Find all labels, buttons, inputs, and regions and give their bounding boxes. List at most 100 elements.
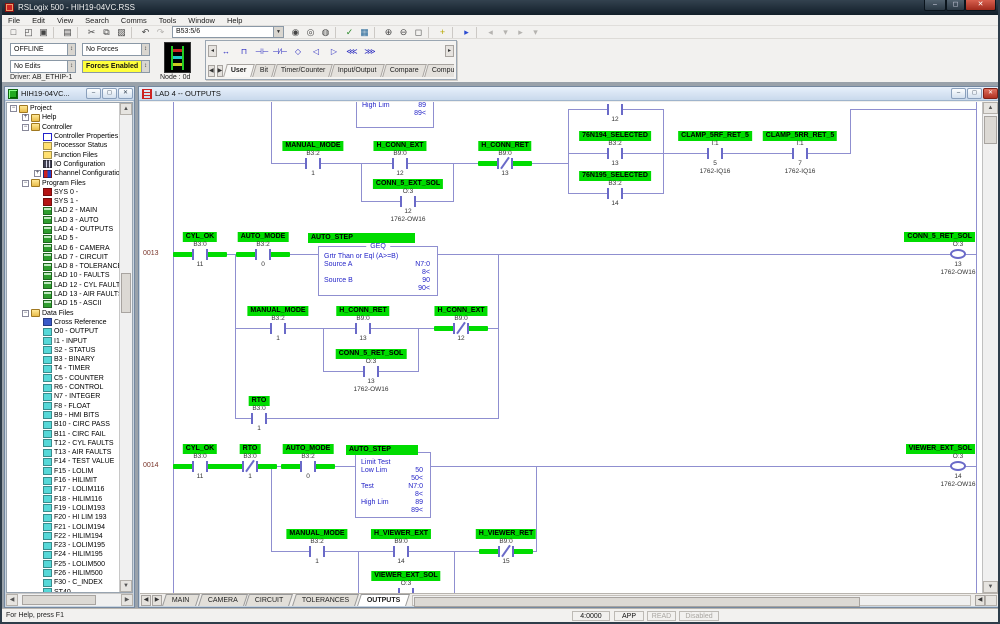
- contact-76n195-selected[interactable]: [609, 189, 621, 198]
- contact-auto-mode[interactable]: [257, 250, 269, 259]
- find-replace-icon[interactable]: ◍: [318, 26, 333, 38]
- tree-hscroll-thumb[interactable]: [22, 595, 96, 605]
- size-grip[interactable]: [985, 595, 997, 606]
- osr-icon[interactable]: ⋘: [343, 45, 361, 57]
- tree-item-data-files[interactable]: −Data Files: [7, 309, 119, 318]
- ladder-canvas[interactable]: High Lim8989<AUTO_STEPGEQGrtr Than or Eq…: [140, 102, 983, 593]
- tree-item-b3-binary[interactable]: B3 - BINARY: [7, 355, 119, 364]
- forces-state-combo[interactable]: Forces Enabled ↕: [82, 60, 150, 73]
- tree-scroll-down-icon[interactable]: ▼: [120, 580, 132, 592]
- tree-item-f18-hilim116[interactable]: F18 - HILIM116: [7, 494, 119, 503]
- tree-vscroll-thumb[interactable]: [121, 273, 131, 313]
- ladder-scroll-up-icon[interactable]: ▲: [983, 102, 998, 114]
- tree-item-f19-lolim193[interactable]: F19 - LOLIM193: [7, 504, 119, 513]
- find-icon[interactable]: ◉: [288, 26, 303, 38]
- contact-cyl-ok[interactable]: [194, 250, 206, 259]
- zoom-out-icon[interactable]: ⊖: [396, 26, 411, 38]
- tree-item-function-files[interactable]: Function Files: [7, 150, 119, 159]
- nav-back-drop-icon[interactable]: ▾: [498, 26, 513, 38]
- ladder-hscrollbar[interactable]: [412, 595, 971, 606]
- sheet-tab-camera[interactable]: CAMERA: [198, 594, 248, 606]
- tree-item-c5-counter[interactable]: C5 - COUNTER: [7, 374, 119, 383]
- tree-scroll-up-icon[interactable]: ▲: [120, 103, 132, 115]
- tree-item-f20-hi-lim-193[interactable]: F20 - HI LIM 193: [7, 513, 119, 522]
- tree-item-lad-4-outputs[interactable]: LAD 4 - OUTPUTS: [7, 225, 119, 234]
- tree-item-r6-control[interactable]: R6 - CONTROL: [7, 383, 119, 392]
- tree-item-lad-6-camera[interactable]: LAD 6 - CAMERA: [7, 243, 119, 252]
- instruction-box-geq[interactable]: GEQGrtr Than or Eql (A>=B)Source AN7:08<…: [318, 246, 438, 296]
- tree-item-f14-test-value[interactable]: F14 - TEST VALUE: [7, 457, 119, 466]
- tree-item-o0-output[interactable]: O0 - OUTPUT: [7, 327, 119, 336]
- menu-tools[interactable]: Tools: [153, 16, 183, 25]
- hscroll-left-icon[interactable]: ◀: [975, 595, 985, 606]
- coil-viewer-ext-sol[interactable]: [950, 461, 966, 471]
- menu-search[interactable]: Search: [79, 16, 115, 25]
- contact-76n194-selected[interactable]: [609, 149, 621, 158]
- cut-icon[interactable]: ✂: [84, 26, 99, 38]
- tree-item-lad-15-ascii[interactable]: LAD 15 - ASCII: [7, 299, 119, 308]
- tree-item-f30-c-index[interactable]: F30 - C_INDEX: [7, 578, 119, 587]
- tree-item-lad-5-[interactable]: LAD 5 -: [7, 234, 119, 243]
- palette-tab-bit[interactable]: Bit: [252, 64, 276, 77]
- contact-clamp-5rr-ret-5[interactable]: [794, 149, 806, 158]
- rung-number-0014[interactable]: 0014: [143, 462, 159, 469]
- tree-item-lad-13-air-faults[interactable]: LAD 13 - AIR FAULTS: [7, 290, 119, 299]
- paste-icon[interactable]: ▨: [114, 26, 129, 38]
- collapse-icon[interactable]: −: [22, 180, 29, 187]
- tree-item-f25-lolim500[interactable]: F25 - LOLIM500: [7, 560, 119, 569]
- coil-conn-5-ret-sol[interactable]: [950, 249, 966, 259]
- tree-item-sys-0-[interactable]: SYS 0 -: [7, 188, 119, 197]
- forces-combo[interactable]: No Forces ↕: [82, 43, 150, 56]
- tree-item-io-configuration[interactable]: IO Configuration: [7, 160, 119, 169]
- tree-item-lad-10-faults[interactable]: LAD 10 - FAULTS: [7, 271, 119, 280]
- nav-forward-icon[interactable]: ▸: [513, 26, 528, 38]
- ladder-maximize-button[interactable]: ◻: [967, 88, 982, 99]
- new-rung-icon[interactable]: +: [435, 26, 450, 38]
- palette-tab-right-icon[interactable]: ▶: [217, 65, 224, 77]
- tree-item-b9-hmi-bits[interactable]: B9 - HMI BITS: [7, 411, 119, 420]
- tabs-scroll-left-icon[interactable]: ◀: [141, 595, 151, 606]
- contact-bit-12[interactable]: [609, 105, 621, 114]
- branch-icon[interactable]: ⊓: [235, 45, 253, 57]
- undo-icon[interactable]: ↶: [138, 26, 153, 38]
- contact-h-conn-ext[interactable]: [394, 159, 406, 168]
- palette-tab-user[interactable]: User: [223, 64, 254, 77]
- tree-item-lad-3-auto[interactable]: LAD 3 - AUTO: [7, 216, 119, 225]
- menu-window[interactable]: Window: [182, 16, 221, 25]
- palette-tab-left-icon[interactable]: ◀: [208, 65, 215, 77]
- nav-forward-drop-icon[interactable]: ▾: [528, 26, 543, 38]
- tree-item-i1-input[interactable]: I1 - INPUT: [7, 336, 119, 345]
- copy-icon[interactable]: ⧉: [99, 26, 114, 38]
- minimize-button[interactable]: –: [924, 0, 946, 11]
- palette-tab-compute-m[interactable]: Compute/M: [424, 64, 454, 77]
- zoom-in-icon[interactable]: ⊕: [381, 26, 396, 38]
- contact-auto-mode[interactable]: [302, 462, 314, 471]
- contact-closed-icon[interactable]: ⊣∕⊢: [271, 45, 289, 57]
- tree-item-f17-lolim116[interactable]: F17 - LOLIM116: [7, 485, 119, 494]
- expand-icon[interactable]: +: [22, 114, 29, 121]
- latch-icon[interactable]: ◁: [307, 45, 325, 57]
- verify-project-icon[interactable]: ▦: [357, 26, 372, 38]
- rung-icon[interactable]: ↔: [217, 45, 235, 57]
- tree-item-controller-properties[interactable]: Controller Properties: [7, 132, 119, 141]
- edits-combo[interactable]: No Edits ↕: [10, 60, 76, 73]
- tree-item-lad-8-tolerances[interactable]: LAD 8 - TOLERANCES: [7, 262, 119, 271]
- palette-tab-compare[interactable]: Compare: [382, 64, 427, 77]
- contact-open-icon[interactable]: ⊣⊢: [253, 45, 271, 57]
- palette-scroll-right-icon[interactable]: ▸: [445, 45, 454, 57]
- tree-item-lad-7-circuit[interactable]: LAD 7 - CIRCUIT: [7, 253, 119, 262]
- coil-icon[interactable]: ◇: [289, 45, 307, 57]
- tree-item-help[interactable]: +Help: [7, 113, 119, 122]
- tree-item-sys-1-[interactable]: SYS 1 -: [7, 197, 119, 206]
- contact-conn-5-ret-sol[interactable]: [365, 367, 377, 376]
- close-button[interactable]: ✕: [965, 0, 996, 11]
- contact-conn-5-ext-sol[interactable]: [402, 197, 414, 206]
- tree-scroll-left-icon[interactable]: ◀: [6, 594, 18, 606]
- tree-item-f16-hilimit[interactable]: F16 - HILIMIT: [7, 476, 119, 485]
- collapse-icon[interactable]: −: [22, 124, 29, 131]
- menu-file[interactable]: File: [2, 16, 26, 25]
- sheet-tab-main[interactable]: MAIN: [162, 594, 199, 606]
- tree-item-lad-2-main[interactable]: LAD 2 - MAIN: [7, 206, 119, 215]
- contact-manual-mode[interactable]: [272, 324, 284, 333]
- redo-icon[interactable]: ↷: [153, 26, 168, 38]
